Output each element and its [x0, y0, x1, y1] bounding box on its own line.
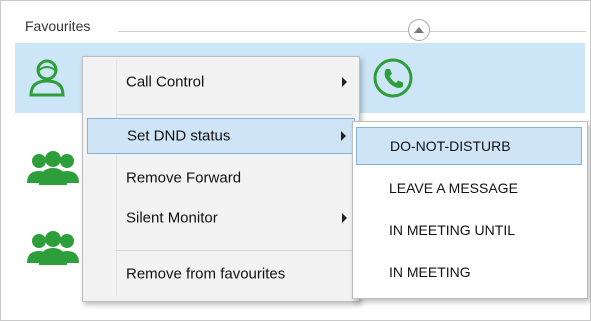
dnd-submenu: DO-NOT-DISTURB LEAVE A MESSAGE IN MEETIN… [352, 121, 588, 299]
submenu-arrow-icon [342, 77, 347, 87]
dnd-option-label: DO-NOT-DISTURB [390, 138, 511, 154]
user-outline-icon [29, 59, 65, 97]
menu-separator [116, 250, 352, 251]
menu-item-label: Set DND status [127, 127, 231, 145]
header-divider-right [430, 31, 586, 32]
menu-item-call-control[interactable]: Call Control [87, 62, 355, 102]
menu-item-silent-monitor[interactable]: Silent Monitor [87, 198, 355, 238]
header-divider-left [118, 31, 408, 32]
dnd-option-leave-a-message[interactable]: LEAVE A MESSAGE [356, 169, 582, 207]
menu-item-remove-forward[interactable]: Remove Forward [87, 158, 355, 198]
context-menu: Call Control Set DND status Remove Forwa… [82, 56, 360, 302]
favourites-header: Favourites [25, 18, 91, 34]
dnd-option-in-meeting-until[interactable]: IN MEETING UNTIL [356, 211, 582, 249]
menu-item-label: Call Control [126, 73, 205, 91]
menu-item-label: Silent Monitor [126, 209, 218, 227]
submenu-arrow-icon [342, 213, 347, 223]
group-icon [27, 151, 79, 185]
submenu-arrow-icon [341, 131, 346, 141]
phone-call-icon[interactable] [372, 57, 414, 99]
dnd-option-label: IN MEETING [389, 264, 471, 280]
dnd-option-label: LEAVE A MESSAGE [389, 180, 518, 196]
group-icon [27, 231, 79, 265]
dnd-option-label: IN MEETING UNTIL [389, 222, 516, 238]
menu-separator [116, 114, 352, 115]
menu-item-remove-from-favourites[interactable]: Remove from favourites [87, 254, 355, 294]
menu-item-set-dnd-status[interactable]: Set DND status [87, 118, 355, 154]
collapse-up-icon[interactable] [408, 19, 430, 41]
menu-item-label: Remove Forward [126, 169, 242, 187]
menu-item-label: Remove from favourites [126, 265, 286, 283]
dnd-option-do-not-disturb[interactable]: DO-NOT-DISTURB [356, 127, 582, 165]
dnd-option-in-meeting[interactable]: IN MEETING [356, 253, 582, 291]
